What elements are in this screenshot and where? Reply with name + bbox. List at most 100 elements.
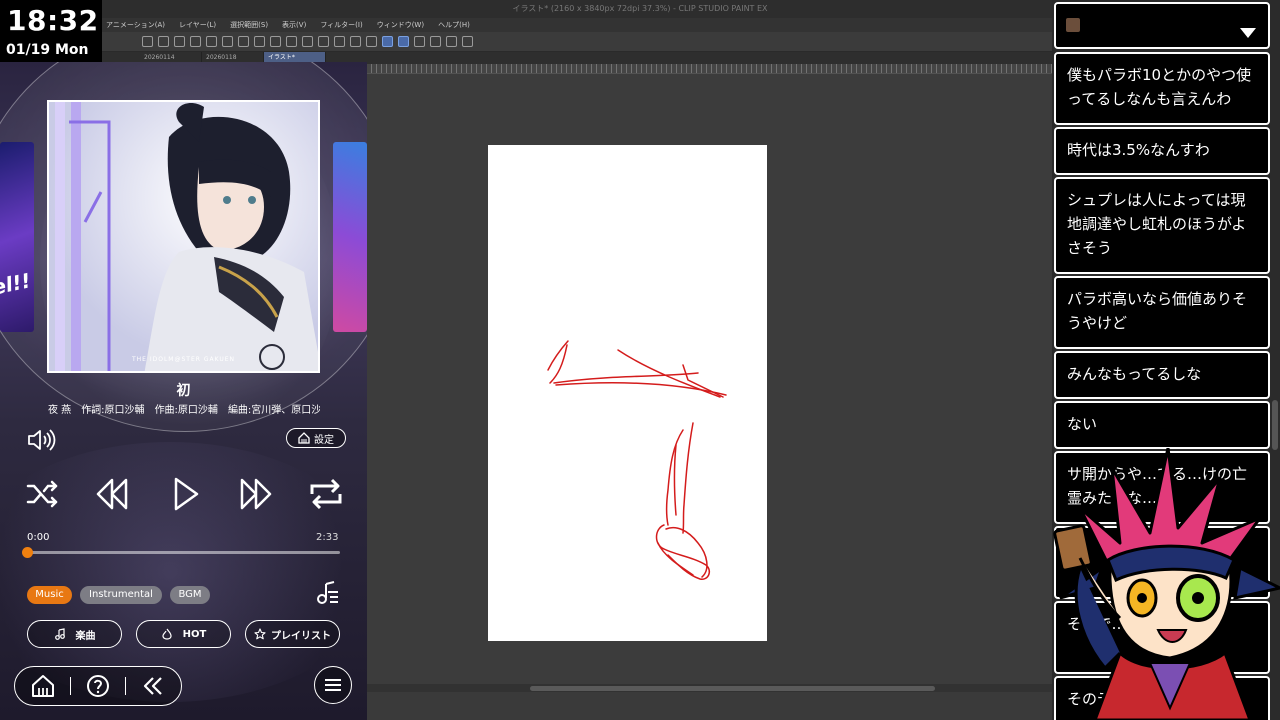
- artist-name: 夜 燕: [48, 405, 72, 416]
- stroke-arm-2: [549, 344, 568, 384]
- hot-label: HOT: [182, 628, 207, 640]
- songs-label: 楽曲: [75, 630, 96, 642]
- channel-avatar: [1066, 18, 1080, 32]
- album-illustration: [49, 102, 318, 371]
- curve-snap-icon[interactable]: [398, 36, 409, 47]
- app-menubar: アニメーション(A) レイヤー(L) 選択範囲(S) 表示(V) フィルター(I…: [100, 18, 1060, 32]
- arranger: 編曲:宮川弾、原口沙輔: [227, 405, 320, 416]
- nav-divider: [125, 677, 127, 695]
- next-track-icon[interactable]: [236, 474, 276, 514]
- mascot-avatar: [1053, 448, 1280, 720]
- chat-message: ない: [1054, 401, 1270, 449]
- deselect-icon[interactable]: [334, 36, 345, 47]
- select-icon[interactable]: [366, 36, 377, 47]
- filter-chip-instrumental[interactable]: Instrumental: [80, 586, 162, 604]
- prev-album-card[interactable]: el!!: [0, 142, 34, 332]
- clear-icon[interactable]: [286, 36, 297, 47]
- songs-button[interactable]: 楽曲: [27, 620, 122, 648]
- music-note-icon: [54, 628, 65, 640]
- progress-knob[interactable]: [22, 547, 33, 558]
- chat-message: 時代は3.5%なんすわ: [1054, 127, 1270, 175]
- ruler-snap-icon[interactable]: [382, 36, 393, 47]
- fill-icon[interactable]: [302, 36, 313, 47]
- clock-widget: 18:32 01/19 Mon: [0, 0, 102, 62]
- save-disk-icon[interactable]: [222, 36, 233, 47]
- back-chevron-icon[interactable]: [141, 674, 165, 698]
- menu-view[interactable]: 表示(V): [282, 18, 306, 32]
- stroke-leg-2: [682, 422, 694, 534]
- playlist-button[interactable]: プレイリスト: [245, 620, 340, 648]
- filter-chip-bgm[interactable]: BGM: [170, 586, 210, 604]
- menu-window[interactable]: ウィンドウ(W): [377, 18, 424, 32]
- progress-bar[interactable]: [27, 551, 340, 554]
- help-circle-icon[interactable]: [86, 674, 110, 698]
- playlist-label: プレイリスト: [271, 630, 331, 642]
- star-icon: [254, 628, 266, 640]
- volume-icon[interactable]: [26, 428, 56, 452]
- shuffle-icon[interactable]: [22, 474, 62, 514]
- play-icon[interactable]: [166, 474, 206, 514]
- help-icon[interactable]: [462, 36, 473, 47]
- chat-message: シュプレは人によっては現地調達やし虹札のほうがよさそう: [1054, 177, 1270, 274]
- prev-album-text: el!!: [0, 268, 33, 300]
- crop-icon[interactable]: [350, 36, 361, 47]
- home-icon[interactable]: [31, 674, 55, 698]
- copy-icon[interactable]: [190, 36, 201, 47]
- pen-icon[interactable]: [414, 36, 425, 47]
- smartphone-icon[interactable]: [446, 36, 457, 47]
- hamburger-icon: [325, 679, 341, 691]
- menu-filter[interactable]: フィルター(I): [320, 18, 362, 32]
- clock-time: 18:32: [7, 4, 99, 37]
- bottom-nav: [14, 666, 182, 706]
- sketch-strokes: [547, 340, 727, 580]
- menu-button[interactable]: [314, 666, 352, 704]
- redo-icon[interactable]: [254, 36, 265, 47]
- command-bar: [100, 32, 1060, 52]
- chat-message: みんなもってるしな: [1054, 351, 1270, 399]
- composer: 作曲:原口沙輔: [154, 405, 218, 416]
- hot-button[interactable]: HOT: [136, 620, 231, 648]
- save-icon[interactable]: [174, 36, 185, 47]
- current-time: 0:00: [27, 532, 50, 543]
- total-time: 2:33: [316, 532, 339, 543]
- chat-header[interactable]: [1054, 2, 1270, 49]
- menu-layer[interactable]: レイヤー(L): [179, 18, 216, 32]
- playlist-add-icon[interactable]: [312, 580, 340, 608]
- repeat-icon[interactable]: [306, 474, 346, 514]
- flame-icon: [162, 628, 172, 640]
- stroke-arm-3: [553, 372, 699, 384]
- next-album-card[interactable]: [333, 142, 367, 332]
- undo-icon[interactable]: [238, 36, 249, 47]
- chat-scrollbar[interactable]: [1272, 400, 1278, 450]
- previous-track-icon[interactable]: [92, 474, 132, 514]
- lyricist: 作詞:原口沙輔: [81, 405, 145, 416]
- music-player: el!! THE IDOLM@STER GAKUEN 初 夜 燕 作詞:原口沙輔…: [0, 62, 367, 720]
- menu-animation[interactable]: アニメーション(A): [106, 18, 165, 32]
- open-folder-icon[interactable]: [206, 36, 217, 47]
- new-file-icon[interactable]: [158, 36, 169, 47]
- dropdown-caret-icon[interactable]: [1240, 28, 1256, 38]
- menu-icon[interactable]: [142, 36, 153, 47]
- menu-selection[interactable]: 選択範囲(S): [230, 18, 268, 32]
- nav-divider: [69, 677, 71, 695]
- menu-help[interactable]: ヘルプ(H): [438, 18, 470, 32]
- song-credits: 夜 燕 作詞:原口沙輔 作曲:原口沙輔 編曲:宮川弾、原口沙輔: [48, 401, 320, 416]
- stroke-leg-3: [673, 444, 677, 516]
- horizontal-ruler: [366, 64, 1060, 74]
- settings-label: 設定: [314, 434, 334, 446]
- transform-icon[interactable]: [318, 36, 329, 47]
- album-caption: THE IDOLM@STER GAKUEN: [131, 356, 236, 363]
- filter-chip-music[interactable]: Music: [27, 586, 72, 604]
- loading-icon[interactable]: [270, 36, 281, 47]
- home-small-icon: [298, 432, 310, 444]
- eraser-icon[interactable]: [430, 36, 441, 47]
- scrollbar-thumb[interactable]: [530, 686, 935, 691]
- settings-button[interactable]: 設定: [286, 428, 346, 448]
- album-art: THE IDOLM@STER GAKUEN: [47, 100, 320, 373]
- stroke-foot-3: [657, 542, 694, 576]
- chat-message: 僕もパラボ10とかのやつ使ってるしなんも言えんわ: [1054, 52, 1270, 125]
- clock-date: 01/19 Mon: [6, 42, 89, 58]
- screen: イラスト* (2160 x 3840px 72dpi 37.3%) - CLIP…: [0, 0, 1280, 720]
- chat-message: パラボ高いなら価値ありそうやけど: [1054, 276, 1270, 349]
- song-title: 初: [176, 383, 191, 399]
